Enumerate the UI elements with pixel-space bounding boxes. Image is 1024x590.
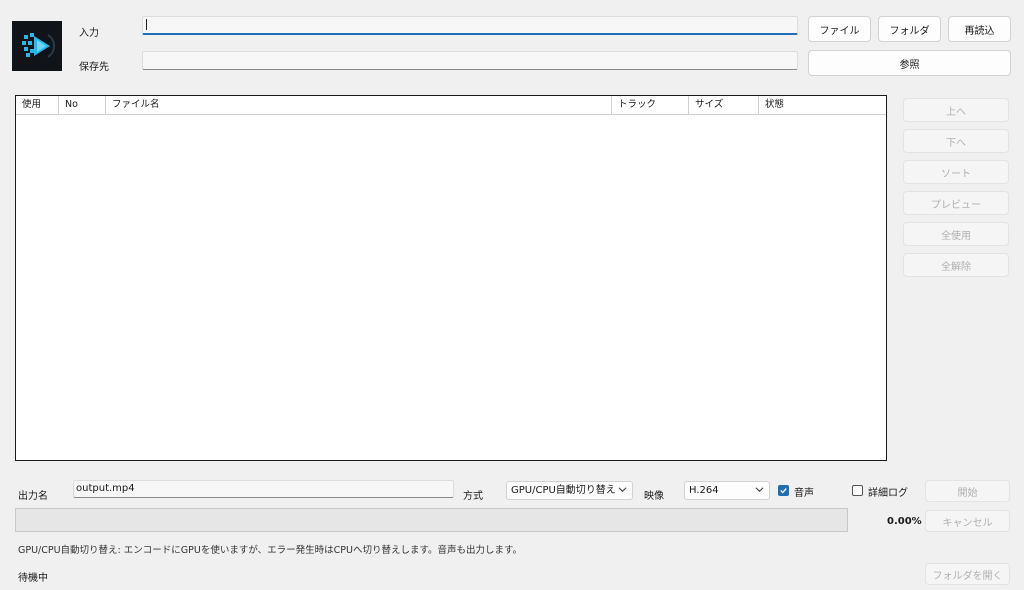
column-header-size[interactable]: サイズ [689,96,759,114]
folder-button[interactable]: フォルダ [878,16,941,42]
detail-log-label: 詳細ログ [868,488,908,499]
reload-button[interactable]: 再読込 [948,16,1011,42]
video-codec-value: H.264 [689,485,719,496]
progress-bar [15,508,848,532]
input-path-field[interactable] [142,16,798,35]
audio-label: 音声 [794,488,814,499]
app-logo-icon [12,21,62,71]
cancel-button[interactable]: キャンセル [925,510,1010,532]
checkmark-icon [780,488,787,494]
input-label: 入力 [79,28,99,39]
audio-checkbox[interactable] [778,485,789,496]
method-hint-text: GPU/CPU自動切り替え: エンコードにGPUを使いますが、エラー発生時はCP… [18,545,523,556]
output-name-field[interactable]: output.mp4 [73,480,454,498]
browse-button[interactable]: 参照 [808,50,1011,76]
method-label: 方式 [463,491,483,502]
sort-button[interactable]: ソート [903,160,1009,184]
output-name-label: 出力名 [18,491,48,502]
status-text: 待機中 [18,573,48,584]
column-header-no[interactable]: No [59,96,106,114]
output-folder-field[interactable] [142,51,798,70]
column-header-use[interactable]: 使用 [16,96,59,114]
start-button[interactable]: 開始 [925,480,1010,502]
video-codec-select[interactable]: H.264 [684,481,770,500]
video-label: 映像 [644,491,664,502]
output-folder-label: 保存先 [79,62,109,73]
detail-log-checkbox[interactable] [852,485,863,496]
chevron-down-icon [618,487,627,493]
move-down-button[interactable]: 下へ [903,129,1009,153]
column-header-filename[interactable]: ファイル名 [106,96,612,114]
preview-button[interactable]: プレビュー [903,191,1009,215]
progress-percent: 0.00% [887,516,922,527]
column-header-track[interactable]: トラック [612,96,689,114]
text-caret [146,19,147,30]
output-name-value: output.mp4 [76,483,135,494]
clear-all-button[interactable]: 全解除 [903,253,1009,277]
method-select-value: GPU/CPU自動切り替え [511,485,616,496]
column-header-status[interactable]: 状態 [759,96,886,114]
table-header: 使用 No ファイル名 トラック サイズ 状態 [16,96,886,115]
move-up-button[interactable]: 上へ [903,98,1009,122]
method-select[interactable]: GPU/CPU自動切り替え [506,481,633,500]
file-button[interactable]: ファイル [808,16,871,42]
file-table[interactable]: 使用 No ファイル名 トラック サイズ 状態 [15,95,887,461]
chevron-down-icon [755,487,764,493]
open-folder-button[interactable]: フォルダを開く [925,563,1010,585]
use-all-button[interactable]: 全使用 [903,222,1009,246]
